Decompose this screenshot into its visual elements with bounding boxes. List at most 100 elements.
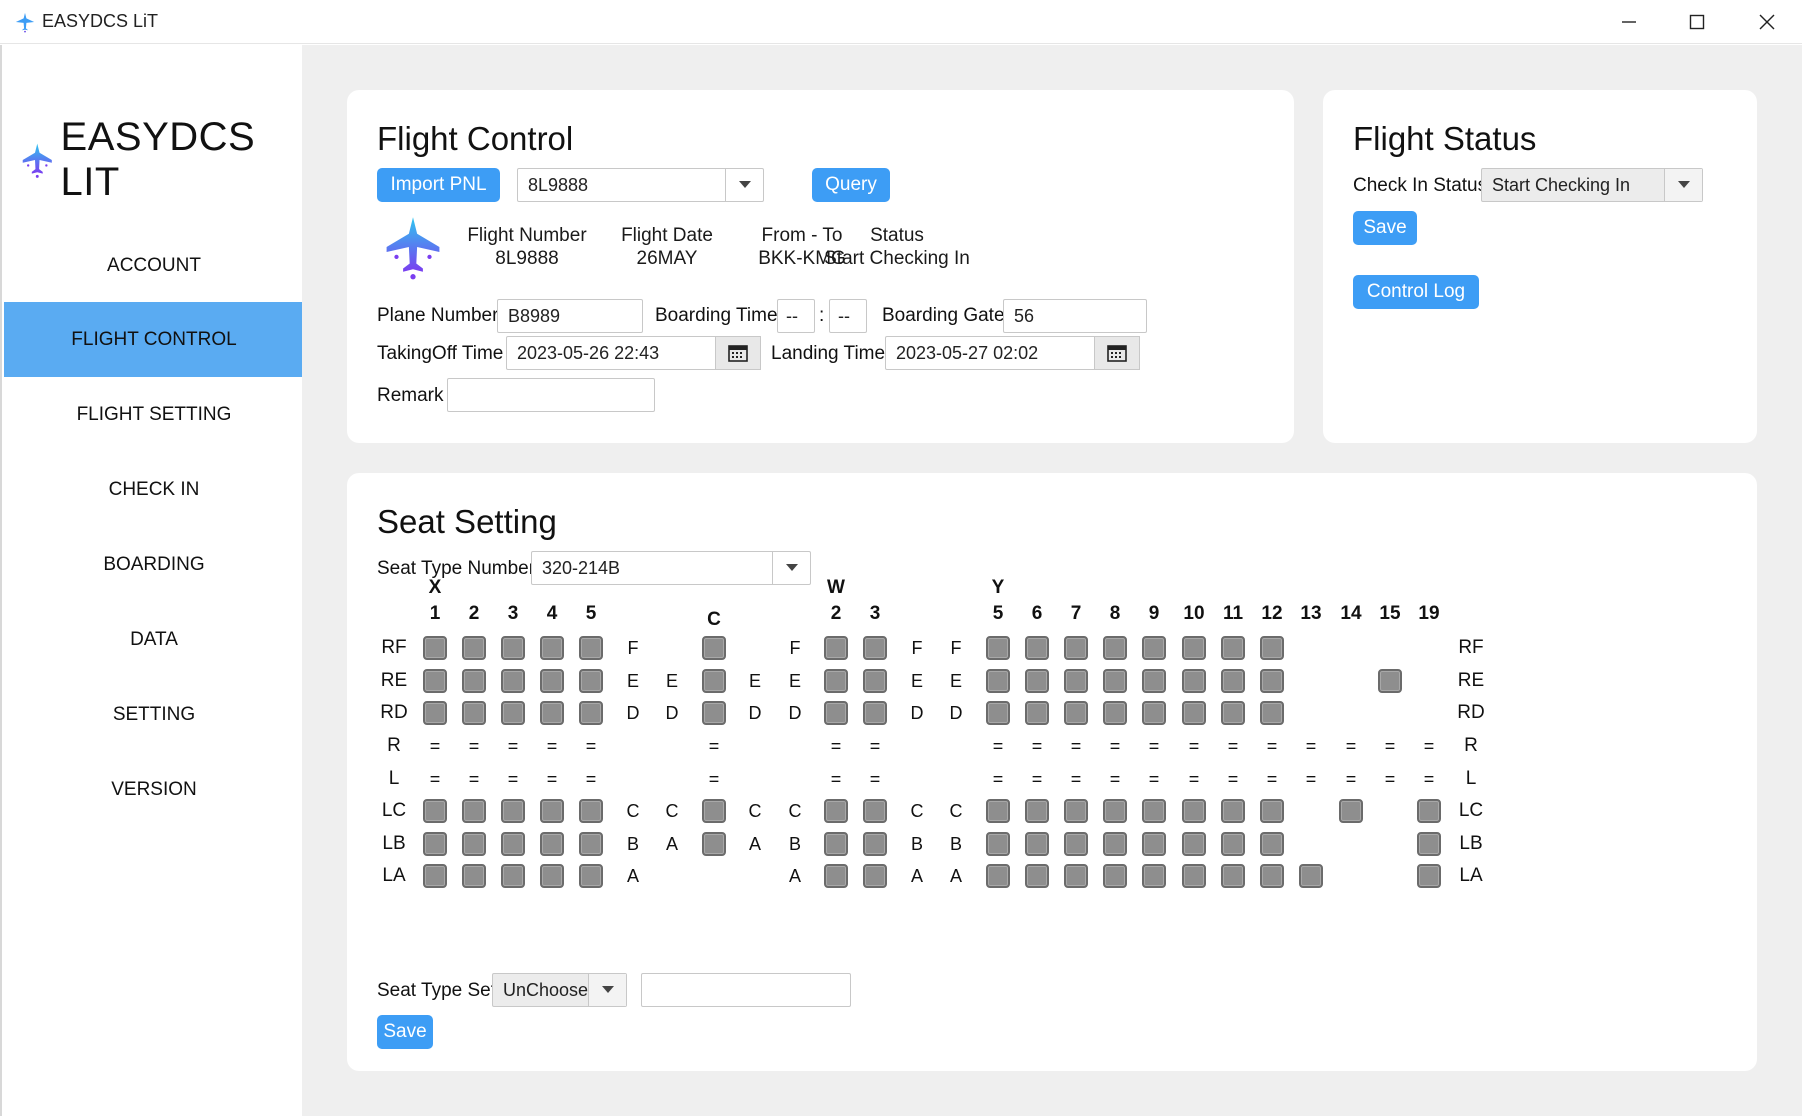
- seat-button[interactable]: [1414, 796, 1444, 826]
- seat-button[interactable]: [1336, 796, 1366, 826]
- seat-button[interactable]: [420, 829, 450, 859]
- control-log-button[interactable]: Control Log: [1353, 275, 1479, 309]
- seat-button[interactable]: [699, 666, 729, 696]
- seat-button[interactable]: [459, 829, 489, 859]
- seat-button[interactable]: [537, 796, 567, 826]
- seat-button[interactable]: [821, 861, 851, 891]
- seat-button[interactable]: [1257, 633, 1287, 663]
- seat-button[interactable]: [699, 633, 729, 663]
- seat-button[interactable]: [1022, 829, 1052, 859]
- seat-button[interactable]: [860, 861, 890, 891]
- seat-button[interactable]: [1139, 829, 1169, 859]
- sidebar-item-setting[interactable]: SETTING: [4, 677, 304, 752]
- seat-button[interactable]: [860, 666, 890, 696]
- seat-button[interactable]: [1061, 796, 1091, 826]
- seat-button[interactable]: [1100, 796, 1130, 826]
- seat-button[interactable]: [1061, 666, 1091, 696]
- chevron-down-icon[interactable]: [1664, 169, 1702, 201]
- seat-button[interactable]: [1100, 666, 1130, 696]
- seat-button[interactable]: [699, 829, 729, 859]
- seat-button[interactable]: [498, 861, 528, 891]
- seat-button[interactable]: [1100, 633, 1130, 663]
- seat-button[interactable]: [1022, 796, 1052, 826]
- seat-button[interactable]: [1100, 698, 1130, 728]
- sidebar-item-flight-setting[interactable]: FLIGHT SETTING: [4, 377, 304, 452]
- seat-button[interactable]: [420, 666, 450, 696]
- close-button[interactable]: [1734, 0, 1800, 44]
- seat-button[interactable]: [498, 698, 528, 728]
- seat-button[interactable]: [983, 861, 1013, 891]
- seat-button[interactable]: [576, 861, 606, 891]
- seat-button[interactable]: [1179, 633, 1209, 663]
- seat-button[interactable]: [1022, 861, 1052, 891]
- seat-button[interactable]: [537, 666, 567, 696]
- seat-button[interactable]: [1022, 633, 1052, 663]
- import-pnl-button[interactable]: Import PNL: [377, 168, 500, 202]
- seat-button[interactable]: [1414, 829, 1444, 859]
- seat-button[interactable]: [1179, 861, 1209, 891]
- seat-button[interactable]: [576, 796, 606, 826]
- seat-button[interactable]: [983, 633, 1013, 663]
- seat-type-set-input[interactable]: [641, 973, 851, 1007]
- seat-button[interactable]: [1061, 861, 1091, 891]
- seat-button[interactable]: [1061, 698, 1091, 728]
- boarding-hour-input[interactable]: --: [777, 299, 815, 333]
- takeoff-calendar-button[interactable]: [715, 336, 761, 370]
- seat-save-button[interactable]: Save: [377, 1015, 433, 1049]
- seat-button[interactable]: [576, 829, 606, 859]
- seat-button[interactable]: [821, 698, 851, 728]
- seat-button[interactable]: [1179, 666, 1209, 696]
- seat-button[interactable]: [1257, 829, 1287, 859]
- flight-select[interactable]: 8L9888: [517, 168, 764, 202]
- landing-time-input[interactable]: 2023-05-27 02:02: [885, 336, 1097, 370]
- seat-button[interactable]: [821, 666, 851, 696]
- seat-button[interactable]: [1414, 861, 1444, 891]
- seat-button[interactable]: [498, 796, 528, 826]
- seat-button[interactable]: [459, 861, 489, 891]
- seat-button[interactable]: [459, 666, 489, 696]
- maximize-button[interactable]: [1664, 0, 1730, 44]
- seat-button[interactable]: [983, 698, 1013, 728]
- seat-button[interactable]: [1375, 666, 1405, 696]
- seat-button[interactable]: [459, 633, 489, 663]
- seat-button[interactable]: [576, 698, 606, 728]
- seat-button[interactable]: [1257, 796, 1287, 826]
- seat-button[interactable]: [498, 829, 528, 859]
- seat-button[interactable]: [860, 829, 890, 859]
- seat-button[interactable]: [1139, 666, 1169, 696]
- seat-button[interactable]: [983, 666, 1013, 696]
- seat-button[interactable]: [821, 829, 851, 859]
- seat-button[interactable]: [498, 666, 528, 696]
- seat-button[interactable]: [420, 796, 450, 826]
- seat-button[interactable]: [1218, 861, 1248, 891]
- seat-button[interactable]: [860, 698, 890, 728]
- seat-button[interactable]: [1139, 796, 1169, 826]
- minimize-button[interactable]: [1596, 0, 1662, 44]
- seat-button[interactable]: [1179, 796, 1209, 826]
- seat-button[interactable]: [420, 633, 450, 663]
- seat-button[interactable]: [576, 633, 606, 663]
- query-button[interactable]: Query: [812, 168, 890, 202]
- seat-button[interactable]: [1061, 633, 1091, 663]
- seat-button[interactable]: [1218, 829, 1248, 859]
- sidebar-item-data[interactable]: DATA: [4, 602, 304, 677]
- seat-button[interactable]: [1257, 861, 1287, 891]
- seat-button[interactable]: [498, 633, 528, 663]
- seat-button[interactable]: [537, 861, 567, 891]
- seat-button[interactable]: [1218, 698, 1248, 728]
- seat-button[interactable]: [983, 796, 1013, 826]
- seat-button[interactable]: [420, 861, 450, 891]
- landing-calendar-button[interactable]: [1094, 336, 1140, 370]
- seat-button[interactable]: [1022, 698, 1052, 728]
- check-in-status-select[interactable]: Start Checking In: [1481, 168, 1703, 202]
- seat-button[interactable]: [537, 829, 567, 859]
- seat-button[interactable]: [699, 698, 729, 728]
- seat-button[interactable]: [821, 633, 851, 663]
- seat-button[interactable]: [983, 829, 1013, 859]
- seat-button[interactable]: [459, 698, 489, 728]
- sidebar-item-boarding[interactable]: BOARDING: [4, 527, 304, 602]
- seat-button[interactable]: [1100, 861, 1130, 891]
- seat-button[interactable]: [860, 796, 890, 826]
- seat-button[interactable]: [699, 796, 729, 826]
- seat-button[interactable]: [1218, 666, 1248, 696]
